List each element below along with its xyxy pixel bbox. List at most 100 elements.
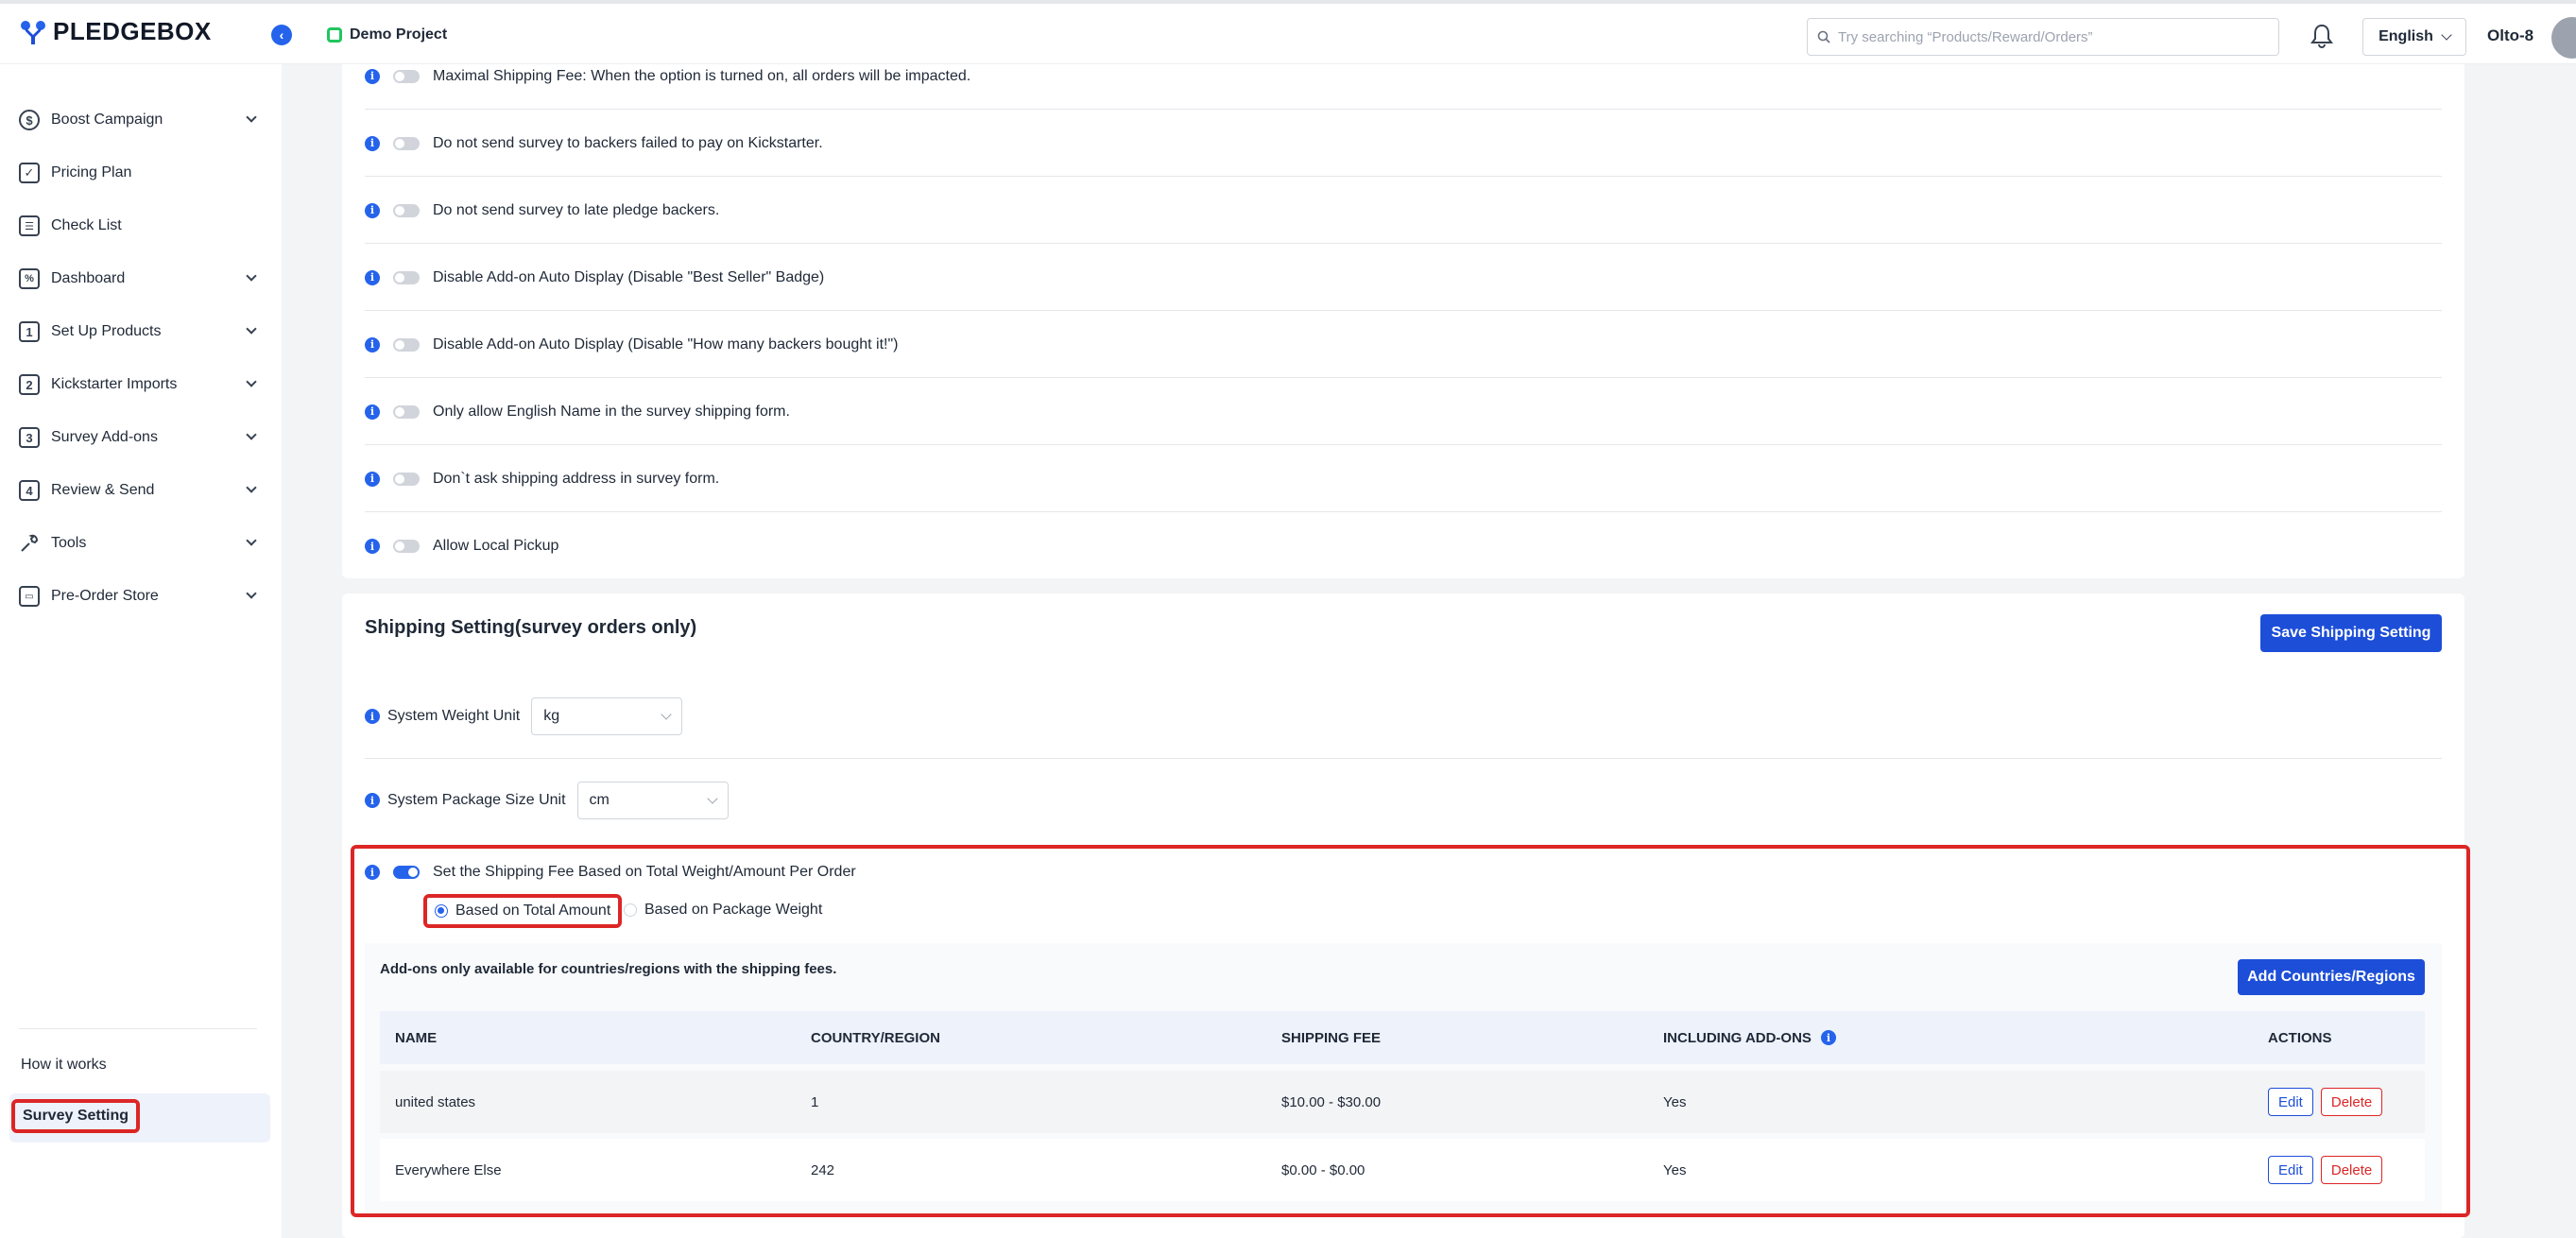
sidebar-item-label: Pre-Order Store xyxy=(51,588,159,604)
cell-including-addons: Yes xyxy=(1663,1161,1687,1178)
option-row: i Maximal Shipping Fee: When the option … xyxy=(365,43,2442,110)
sidebar-item-label: Boost Campaign xyxy=(51,112,163,128)
sidebar-item-label: Check List xyxy=(51,217,122,233)
option-toggle[interactable] xyxy=(393,472,420,486)
shipping-fee-toggle[interactable] xyxy=(393,866,420,879)
search-icon xyxy=(1817,30,1830,43)
project-status-icon xyxy=(327,27,342,43)
chevron-down-icon xyxy=(706,793,718,804)
chart-icon: % xyxy=(19,268,40,289)
cell-country: 242 xyxy=(811,1161,835,1178)
sidebar-item-tools[interactable]: Tools xyxy=(19,529,257,558)
brand-logo[interactable]: PLEDGEBOX xyxy=(19,17,212,46)
step-4-icon: 4 xyxy=(19,480,40,501)
info-icon[interactable]: i xyxy=(365,793,380,808)
chevron-down-icon xyxy=(246,376,257,387)
option-toggle[interactable] xyxy=(393,270,420,284)
option-toggle[interactable] xyxy=(393,69,420,83)
search-placeholder: Try searching “Products/Reward/Orders” xyxy=(1838,28,2093,45)
calendar-icon: ✓ xyxy=(19,163,40,183)
radio-selected-icon xyxy=(435,904,448,918)
weight-unit-label: System Weight Unit xyxy=(387,708,521,724)
info-icon[interactable]: i xyxy=(1820,1030,1836,1045)
info-icon[interactable]: i xyxy=(365,539,380,554)
sidebar-item-set-up-products[interactable]: 1 Set Up Products xyxy=(19,318,257,346)
option-row: i Don`t ask shipping address in survey f… xyxy=(365,446,2442,512)
pledgebox-logo-icon xyxy=(21,20,45,44)
radio-based-on-package-weight[interactable]: Based on Package Weight xyxy=(624,902,822,919)
chevron-down-icon xyxy=(246,588,257,599)
sidebar-item-survey-setting[interactable]: Survey Setting xyxy=(11,1099,141,1133)
save-shipping-setting-button[interactable]: Save Shipping Setting xyxy=(2260,614,2442,652)
table-row: united states 1 $10.00 - $30.00 Yes Edit… xyxy=(380,1071,2425,1133)
delete-button[interactable]: Delete xyxy=(2320,1088,2383,1116)
sidebar-item-pre-order-store[interactable]: ▭ Pre-Order Store xyxy=(19,582,257,610)
info-icon[interactable]: i xyxy=(365,865,380,880)
cell-country: 1 xyxy=(811,1093,819,1110)
project-name: Demo Project xyxy=(350,26,448,43)
option-label: Disable Add-on Auto Display (Disable "Be… xyxy=(433,268,825,285)
user-name[interactable]: Olto-8 xyxy=(2487,26,2533,45)
add-countries-regions-button[interactable]: Add Countries/Regions xyxy=(2238,959,2425,995)
package-unit-select[interactable]: cm xyxy=(576,782,729,819)
avatar[interactable] xyxy=(2551,17,2576,59)
info-icon[interactable]: i xyxy=(365,404,380,420)
sidebar-item-kickstarter-imports[interactable]: 2 Kickstarter Imports xyxy=(19,370,257,399)
edit-button[interactable]: Edit xyxy=(2268,1088,2313,1116)
sidebar-item-label: Tools xyxy=(51,535,87,551)
weight-unit-row: i System Weight Unit kg xyxy=(365,697,683,735)
option-toggle[interactable] xyxy=(393,136,420,150)
option-label: Allow Local Pickup xyxy=(433,538,559,554)
sidebar-item-survey-add-ons[interactable]: 3 Survey Add-ons xyxy=(19,423,257,452)
how-it-works-link[interactable]: How it works xyxy=(21,1057,107,1074)
chevron-left-icon: ‹ xyxy=(279,27,284,43)
option-row: i Do not send survey to late pledge back… xyxy=(365,178,2442,244)
sidebar-item-boost-campaign[interactable]: $ Boost Campaign xyxy=(19,106,257,134)
option-label: Only allow English Name in the survey sh… xyxy=(433,403,790,420)
chevron-down-icon xyxy=(246,270,257,282)
column-header: ACTIONS xyxy=(2268,1029,2332,1046)
chevron-down-icon xyxy=(246,323,257,335)
cell-name: united states xyxy=(395,1093,476,1110)
collapse-sidebar-button[interactable]: ‹ xyxy=(271,25,292,45)
option-label: Don`t ask shipping address in survey for… xyxy=(433,470,720,487)
info-icon[interactable]: i xyxy=(365,269,380,285)
sidebar-item-pricing-plan[interactable]: ✓ Pricing Plan xyxy=(19,159,255,187)
info-icon[interactable]: i xyxy=(365,68,380,84)
divider xyxy=(365,758,2442,759)
option-row: i Only allow English Name in the survey … xyxy=(365,379,2442,445)
sidebar-item-label: Review & Send xyxy=(51,482,155,498)
cell-shipping-fee: $10.00 - $30.00 xyxy=(1281,1093,1382,1110)
shipping-setting-title: Shipping Setting(survey orders only) xyxy=(365,617,697,638)
option-toggle[interactable] xyxy=(393,404,420,419)
sidebar-item-review-send[interactable]: 4 Review & Send xyxy=(19,476,257,505)
info-icon[interactable]: i xyxy=(365,135,380,151)
chevron-down-icon xyxy=(246,482,257,493)
info-icon[interactable]: i xyxy=(365,709,380,724)
delete-button[interactable]: Delete xyxy=(2320,1156,2383,1184)
option-toggle[interactable] xyxy=(393,540,420,553)
weight-unit-select[interactable]: kg xyxy=(531,697,683,735)
wrench-icon xyxy=(21,534,39,552)
sidebar-item-dashboard[interactable]: % Dashboard xyxy=(19,265,257,293)
package-unit-row: i System Package Size Unit cm xyxy=(365,782,729,819)
cell-actions: Edit Delete xyxy=(2268,1139,2383,1201)
option-toggle[interactable] xyxy=(393,203,420,217)
radio-based-on-total-amount[interactable]: Based on Total Amount xyxy=(423,894,623,928)
info-icon[interactable]: i xyxy=(365,471,380,487)
info-icon[interactable]: i xyxy=(365,336,380,352)
option-toggle[interactable] xyxy=(393,337,420,352)
option-row: i Allow Local Pickup xyxy=(365,513,2442,579)
info-icon[interactable]: i xyxy=(365,202,380,218)
sidebar-item-check-list[interactable]: ☰ Check List xyxy=(19,212,255,240)
cell-name: Everywhere Else xyxy=(395,1161,502,1178)
chevron-down-icon xyxy=(2441,29,2452,41)
shipping-fee-toggle-row: i Set the Shipping Fee Based on Total We… xyxy=(365,864,856,881)
column-header: SHIPPING FEE xyxy=(1281,1029,1382,1046)
step-1-icon: 1 xyxy=(19,321,40,342)
edit-button[interactable]: Edit xyxy=(2268,1156,2313,1184)
step-2-icon: 2 xyxy=(19,374,40,395)
shipping-fee-toggle-label: Set the Shipping Fee Based on Total Weig… xyxy=(433,864,856,880)
sidebar-item-label: Kickstarter Imports xyxy=(51,376,178,392)
project-selector[interactable]: Demo Project xyxy=(327,26,447,43)
